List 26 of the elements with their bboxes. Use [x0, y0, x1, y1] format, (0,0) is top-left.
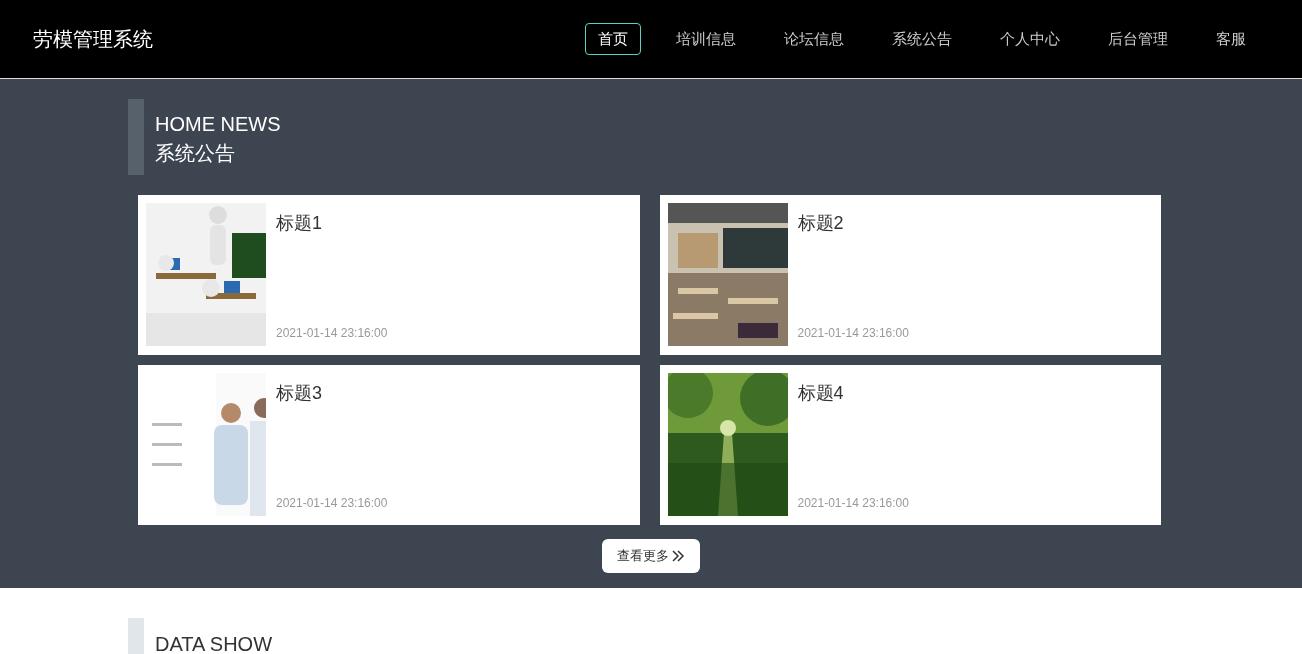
- news-time: 2021-01-14 23:16:00: [797, 495, 909, 511]
- news-title: 标题3: [276, 382, 323, 405]
- news-time: 2021-01-14 23:16:00: [276, 325, 388, 341]
- nav-link[interactable]: 个人中心: [987, 22, 1073, 56]
- nav-link[interactable]: 系统公告: [879, 22, 965, 56]
- heading-bar: [128, 618, 144, 654]
- nav-link[interactable]: 首页: [585, 22, 641, 56]
- news-card[interactable]: 标题2 2021-01-14 23:16:00: [659, 195, 1161, 355]
- section-title: HOME NEWS: [155, 112, 281, 137]
- news-time: 2021-01-14 23:16:00: [797, 325, 909, 341]
- view-more-button[interactable]: 查看更多: [602, 539, 700, 573]
- nav-link[interactable]: 客服: [1203, 22, 1259, 56]
- nav-link[interactable]: 论坛信息: [771, 22, 857, 56]
- nav-link[interactable]: 培训信息: [663, 22, 749, 56]
- news-time: 2021-01-14 23:16:00: [276, 495, 388, 511]
- news-card[interactable]: 标题1 2021-01-14 23:16:00: [138, 195, 640, 355]
- section-subtitle: 系统公告: [155, 141, 236, 166]
- news-title: 标题4: [797, 382, 845, 405]
- site-title: 劳模管理系统: [33, 27, 153, 52]
- nav-link[interactable]: 后台管理: [1095, 22, 1181, 56]
- news-card[interactable]: 标题4 2021-01-14 23:16:00: [659, 365, 1161, 525]
- section-title: DATA SHOW: [154, 632, 273, 654]
- news-title: 标题1: [276, 212, 323, 235]
- double-chevron-icon: [671, 549, 685, 563]
- news-card[interactable]: 标题3 2021-01-14 23:16:00: [138, 365, 640, 525]
- news-title: 标题2: [797, 212, 845, 235]
